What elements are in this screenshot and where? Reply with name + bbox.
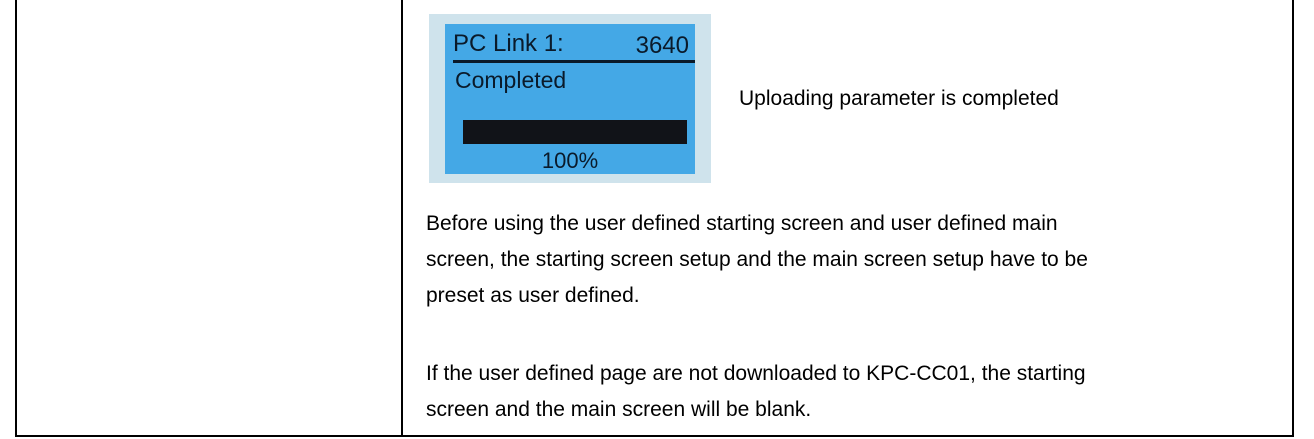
paragraph-line: If the user defined page are not downloa… bbox=[426, 362, 1086, 385]
paragraph-line: preset as user defined. bbox=[426, 284, 640, 307]
lcd-status-text: Completed bbox=[455, 67, 567, 93]
lcd-count: 3640 bbox=[635, 32, 689, 59]
lcd-progress-fill bbox=[463, 120, 687, 144]
lcd-screen: PC Link 1: 3640 Completed 100% bbox=[445, 24, 695, 174]
lcd-title-underline bbox=[453, 60, 695, 63]
paragraph-blank-note: If the user defined page are not downloa… bbox=[426, 356, 1286, 428]
lcd-percent-label: 100% bbox=[541, 148, 599, 173]
lcd-display-image: PC Link 1: 3640 Completed 100% bbox=[429, 14, 711, 183]
paragraph-line: screen, the starting screen setup and th… bbox=[426, 248, 1088, 271]
lcd-progress-bar bbox=[463, 120, 687, 144]
lcd-title: PC Link 1: bbox=[453, 30, 564, 57]
paragraph-line: Before using the user defined starting s… bbox=[426, 212, 1058, 235]
lcd-title-row: PC Link 1: 3640 bbox=[453, 30, 689, 59]
paragraph-line: screen and the main screen will be blank… bbox=[426, 398, 812, 421]
paragraph-setup-note: Before using the user defined starting s… bbox=[426, 206, 1286, 314]
lcd-caption: Uploading parameter is completed bbox=[739, 87, 1059, 110]
left-table-cell bbox=[17, 0, 401, 435]
